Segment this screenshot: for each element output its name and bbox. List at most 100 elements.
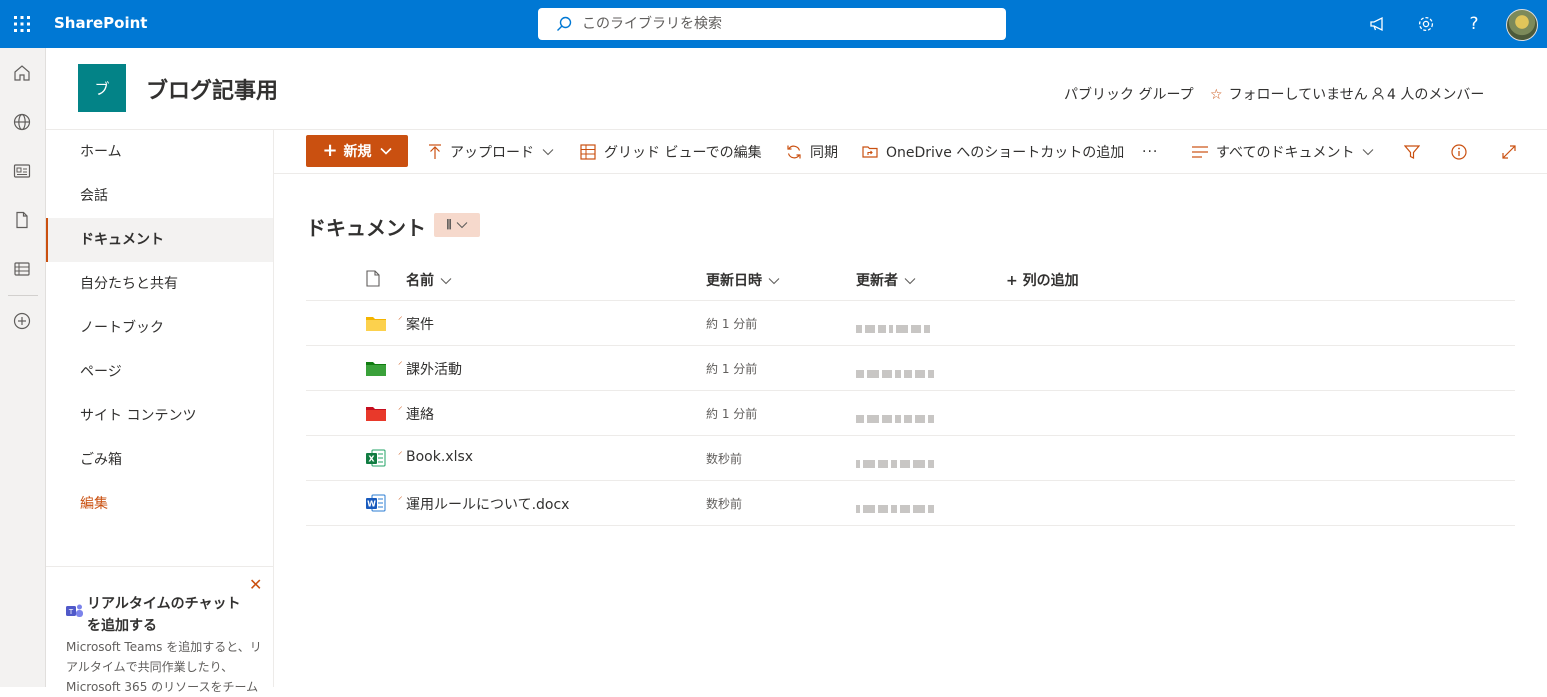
view-label: すべてのドキュメント [1216,145,1355,161]
modified-by-blurred [856,453,966,468]
new-item-marker: ⸝ [398,357,403,367]
teams-card-title: リアルタイムのチャットを追加する [87,596,241,634]
sync-button[interactable]: 同期 [786,130,838,174]
grid-view-edit-button[interactable]: グリッド ビューでの編集 [580,130,762,174]
nav-item-documents[interactable]: ドキュメント [46,218,273,262]
app-name[interactable]: SharePoint [54,14,147,32]
app-bar [0,48,46,687]
folder-icon [366,407,386,421]
megaphone-icon[interactable] [1366,12,1390,36]
add-icon[interactable] [11,310,33,332]
site-logo[interactable]: ブ [78,64,126,112]
table-row[interactable]: W ⸝ 運用ルールについて.docx 数秒前 [306,481,1515,526]
chevron-down-icon [542,149,554,156]
new-button-label: 新規 [343,144,372,160]
chevron-down-icon [768,278,780,285]
modified-by-blurred [856,318,966,333]
grid-view-label: グリッド ビューでの編集 [604,145,762,161]
file-name[interactable]: 運用ルールについて.docx [406,494,569,514]
teams-card-body: Microsoft Teams を追加すると、リアルタイムで共同作業したり、Mi… [66,640,262,694]
grid-icon [580,144,596,160]
nav-edit-link[interactable]: 編集 [46,482,273,526]
file-name[interactable]: Book.xlsx [406,449,473,465]
news-icon[interactable] [11,160,33,182]
nav-item-conversations[interactable]: 会話 [46,174,273,218]
close-icon[interactable]: ✕ [249,575,262,594]
shortcut-icon [862,146,878,158]
document-list: 名前 更新日時 更新者 + 列の追加 ⸝ 案件 約 1 分前 ⸝ 課外活動 約 … [306,258,1515,526]
table-row[interactable]: ⸝ 案件 約 1 分前 [306,301,1515,346]
filter-icon[interactable] [1404,130,1428,174]
document-icon[interactable] [11,209,33,231]
sync-label: 同期 [810,145,838,161]
command-bar: + 新規 アップロード グリッド ビューでの編集 同期 OneDrive へのシ… [274,130,1547,174]
modified-date: 数秒前 [706,497,743,511]
file-name[interactable]: 課外活動 [406,359,462,379]
chevron-down-icon [440,278,452,285]
new-button[interactable]: + 新規 [306,135,408,167]
add-column-button[interactable]: + 列の追加 [1006,270,1079,290]
view-switcher[interactable]: すべてのドキュメント [1192,130,1382,174]
onedrive-shortcut-label: OneDrive へのショートカットの追加 [886,145,1125,161]
table-row[interactable]: ⸝ 課外活動 約 1 分前 [306,346,1515,391]
chevron-down-icon [379,147,392,155]
home-icon[interactable] [11,62,33,84]
globe-icon[interactable] [11,111,33,133]
column-name-label: 名前 [406,273,434,289]
file-name[interactable]: 連絡 [406,404,434,424]
file-name[interactable]: 案件 [406,314,434,334]
column-header-modified-by[interactable]: 更新者 [856,270,916,290]
new-item-marker: ⸝ [398,312,403,322]
app-launcher-icon[interactable] [12,14,32,34]
members-button[interactable]: 4 人のメンバー [1372,84,1484,104]
folder-icon [366,362,386,376]
upload-button[interactable]: アップロード [428,130,562,174]
column-modified-by-label: 更新者 [856,273,898,289]
rail-divider [8,295,38,296]
nav-item-recycle-bin[interactable]: ごみ箱 [46,438,273,482]
person-icon [1372,87,1384,100]
help-icon[interactable]: ? [1462,12,1486,36]
chevron-down-icon [1363,149,1374,156]
column-header-modified[interactable]: 更新日時 [706,270,780,290]
list-icon[interactable] [11,258,33,280]
table-row[interactable]: ⸝ 連絡 約 1 分前 [306,391,1515,436]
nav-item-shared-with-us[interactable]: 自分たちと共有 [46,262,273,306]
nav-item-home[interactable]: ホーム [46,130,273,174]
search-box[interactable] [538,8,1006,40]
folder-icon [366,317,386,331]
svg-text:T: T [68,608,74,616]
library-view-button[interactable]: ⫼ [434,213,480,237]
modified-by-blurred [856,408,966,423]
upload-arrow-icon [429,144,441,159]
new-item-marker: ⸝ [398,402,403,412]
suite-header: SharePoint ? [0,0,1547,48]
column-header-name[interactable]: 名前 [406,270,452,290]
site-title[interactable]: ブログ記事用 [146,73,278,105]
onedrive-shortcut-button[interactable]: OneDrive へのショートカットの追加 [862,130,1124,174]
teams-promo-card: T リアルタイムのチャットを追加する ✕ Microsoft Teams を追加… [46,566,273,694]
new-item-marker: ⸝ [398,492,403,502]
nav-item-notebook[interactable]: ノートブック [46,306,273,350]
user-avatar[interactable] [1506,9,1538,41]
more-options-icon[interactable]: ··· [1142,130,1158,174]
site-header: ブ ブログ記事用 パブリック グループ ☆ フォローしていません 4 人のメンバー [46,48,1547,130]
sync-icon [787,145,801,159]
star-icon: ☆ [1210,87,1223,103]
modified-date: 約 1 分前 [706,317,758,331]
nav-item-site-contents[interactable]: サイト コンテンツ [46,394,273,438]
settings-gear-icon[interactable] [1414,12,1438,36]
nav-item-pages[interactable]: ページ [46,350,273,394]
info-icon[interactable] [1451,130,1475,174]
file-type-icon[interactable] [366,270,380,287]
new-item-marker: ⸝ [398,447,403,457]
follow-button[interactable]: ☆ フォローしていません [1210,84,1368,104]
library-title: ドキュメント [306,216,426,240]
table-row[interactable]: X ⸝ Book.xlsx 数秒前 [306,436,1515,481]
chevron-down-icon [904,278,916,285]
search-input[interactable] [582,8,992,40]
teams-icon: T [66,604,83,617]
members-label: 4 人のメンバー [1387,87,1485,103]
expand-icon[interactable] [1501,130,1525,174]
follow-label: フォローしていません [1228,87,1368,103]
